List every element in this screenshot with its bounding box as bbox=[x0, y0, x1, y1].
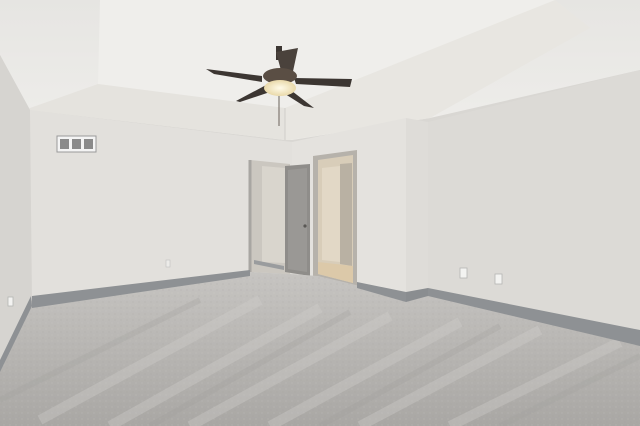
doorway-left-interior-wall bbox=[262, 166, 285, 263]
fan-light-globe bbox=[264, 80, 296, 96]
door-left-knob[interactable] bbox=[303, 224, 307, 228]
wall-column bbox=[406, 118, 428, 300]
hallway-door bbox=[340, 163, 352, 266]
room-scene bbox=[0, 0, 640, 426]
hallway-wall bbox=[322, 166, 340, 262]
hvac-vent bbox=[56, 135, 97, 153]
